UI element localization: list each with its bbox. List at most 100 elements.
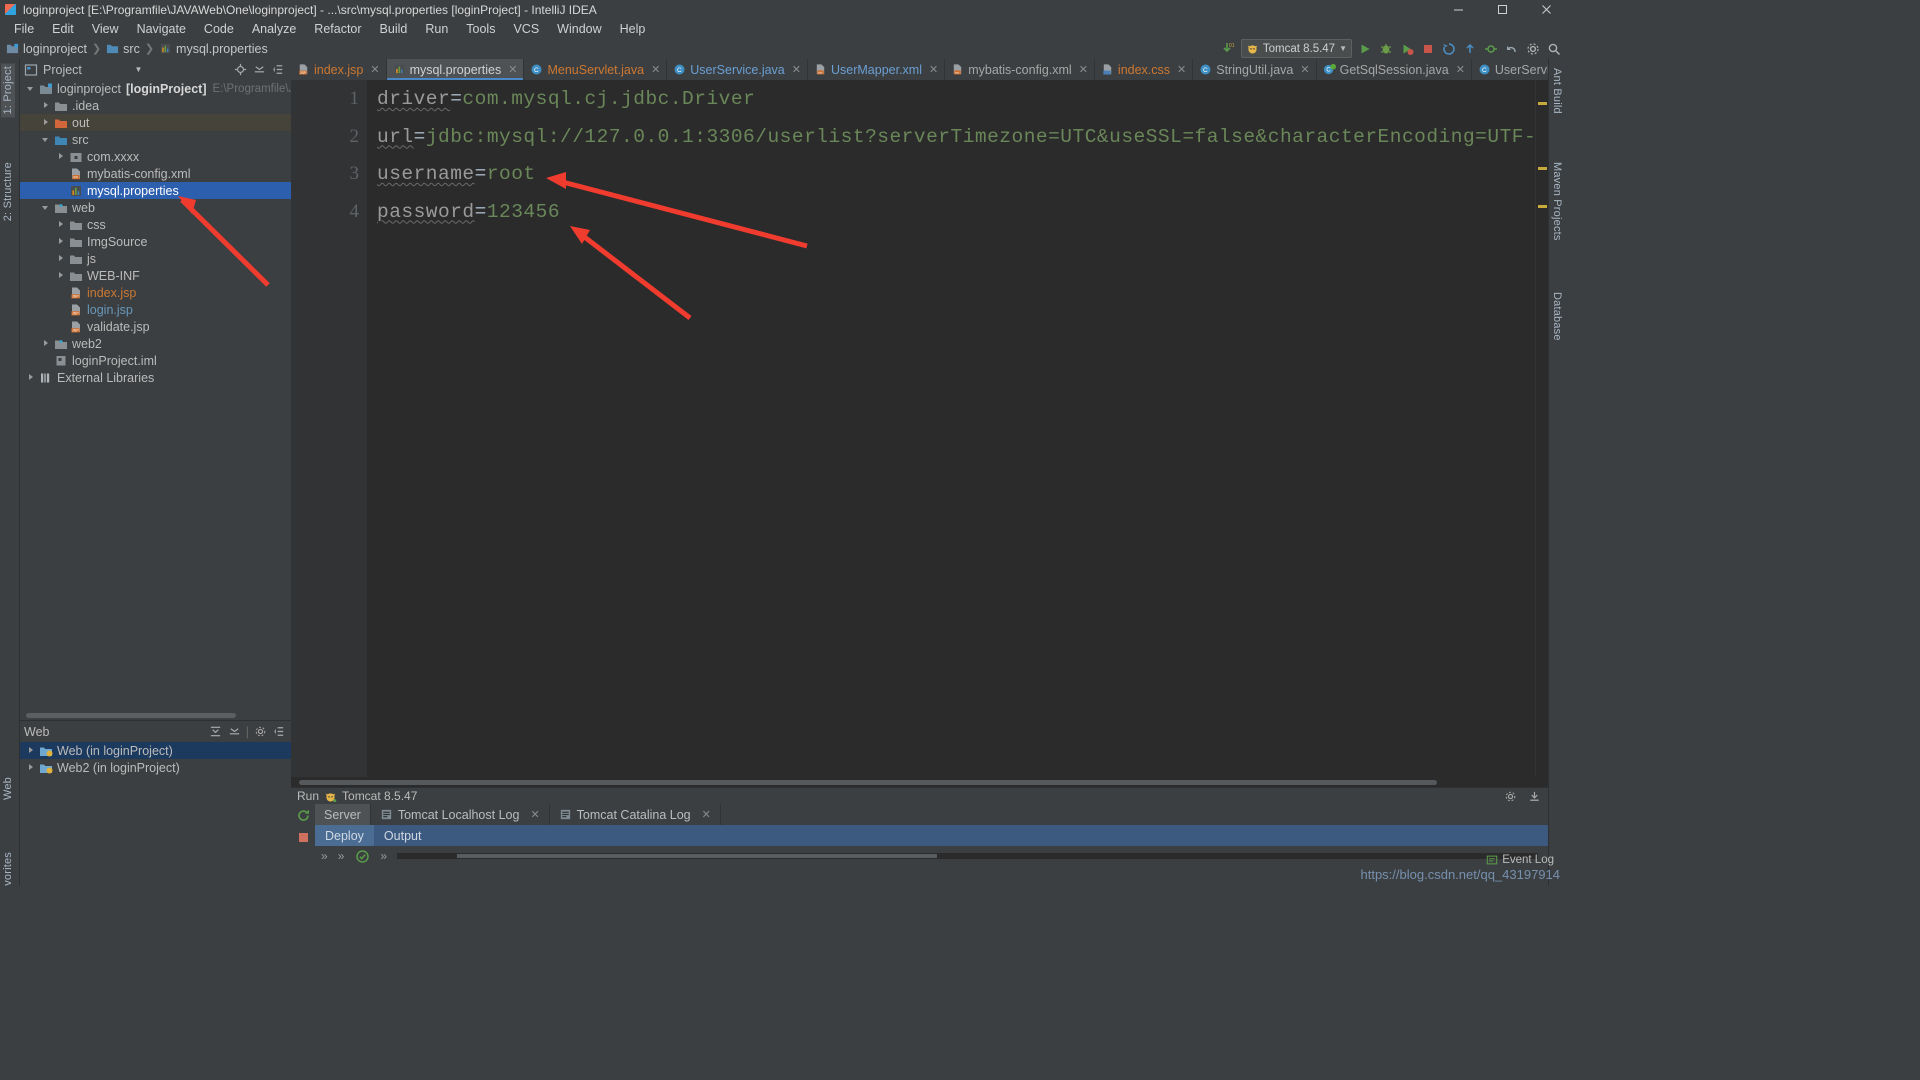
stripe-mark[interactable]	[1538, 102, 1547, 105]
editor-hscrollbar[interactable]	[291, 777, 1548, 787]
expand-arrow-icon[interactable]	[41, 202, 52, 213]
close-tab-icon[interactable]: ✕	[1456, 63, 1465, 76]
editor-tab-userservice-java[interactable]: C UserService.java ✕	[667, 59, 808, 80]
expand-arrow-icon[interactable]	[26, 745, 37, 756]
menu-item-help[interactable]: Help	[611, 21, 655, 37]
expand-arrow-icon[interactable]	[41, 134, 52, 145]
sidebar-item-maven-projects[interactable]: Maven Projects	[1550, 159, 1564, 244]
tree-node-css[interactable]: css	[20, 216, 291, 233]
run-configuration-selector[interactable]: Tomcat 8.5.47 ▼	[1240, 39, 1352, 58]
close-tab-icon[interactable]: ✕	[508, 63, 517, 76]
expand-arrow-icon[interactable]	[26, 762, 37, 773]
editor-tab-menuservlet-java[interactable]: C MenuServlet.java ✕	[524, 59, 668, 80]
panel-options-icon[interactable]	[271, 724, 287, 740]
tree-node-imgsource[interactable]: ImgSource	[20, 233, 291, 250]
editor-tab-userservlet-java[interactable]: CUserServlet.java✕	[1472, 59, 1548, 80]
menu-item-vcs[interactable]: VCS	[504, 21, 548, 37]
stop-button[interactable]	[1420, 41, 1436, 57]
code-editor[interactable]: 1234 driver=com.mysql.cj.jdbc.Driver url=…	[291, 80, 1548, 777]
run-subtabs[interactable]: Deploy Output	[315, 825, 1548, 846]
vcs-update-icon[interactable]	[1462, 41, 1478, 57]
stripe-mark[interactable]	[1538, 167, 1547, 170]
panel-options-icon[interactable]	[271, 62, 287, 78]
menu-item-refactor[interactable]: Refactor	[305, 21, 370, 37]
menu-item-analyze[interactable]: Analyze	[243, 21, 305, 37]
tree-node-web2[interactable]: web2	[20, 335, 291, 352]
breadcrumb-item-file[interactable]: mysql.properties	[159, 42, 268, 56]
update-icon[interactable]: 01	[1220, 41, 1236, 57]
tree-node-mybatis-config-xml[interactable]: <> mybatis-config.xml	[20, 165, 291, 182]
tree-node-com-xxxx[interactable]: com.xxxx	[20, 148, 291, 165]
collapse-all-icon[interactable]	[252, 62, 268, 78]
bottom-tool-strip[interactable]: 4: Run6: TODOApplication ServersJava Ent…	[0, 885, 1568, 886]
expand-chevron-icon[interactable]: »	[380, 849, 387, 863]
run-with-coverage-button[interactable]	[1399, 41, 1415, 57]
close-tab-icon[interactable]: ✕	[1300, 63, 1309, 76]
menu-item-code[interactable]: Code	[195, 21, 243, 37]
hide-window-icon[interactable]	[1526, 788, 1542, 804]
editor-tab-index-css[interactable]: index.css ✕	[1095, 59, 1194, 80]
web-facet-item[interactable]: Web2 (in loginProject)	[20, 759, 291, 776]
editor-tab-stringutil-java[interactable]: C StringUtil.java ✕	[1193, 59, 1317, 80]
tree-node--idea[interactable]: .idea	[20, 97, 291, 114]
editor-tab-index-jsp[interactable]: JSP index.jsp ✕	[291, 59, 387, 80]
code-line[interactable]: username=root	[377, 163, 536, 185]
expand-arrow-icon[interactable]	[41, 117, 52, 128]
menu-item-navigate[interactable]: Navigate	[128, 21, 195, 37]
tree-node-loginproject-iml[interactable]: loginProject.iml	[20, 352, 291, 369]
tree-node-src[interactable]: src	[20, 131, 291, 148]
expand-arrow-icon[interactable]	[56, 270, 67, 281]
menu-item-window[interactable]: Window	[548, 21, 610, 37]
locate-icon[interactable]	[233, 62, 249, 78]
tree-node-index-jsp[interactable]: JSP index.jsp	[20, 284, 291, 301]
code-line[interactable]: driver=com.mysql.cj.jdbc.Driver	[377, 88, 755, 110]
search-icon[interactable]	[1546, 41, 1562, 57]
close-tab-icon[interactable]: ✕	[651, 63, 660, 76]
collapse-all-icon[interactable]	[227, 724, 243, 740]
project-tree-hscrollbar[interactable]	[20, 711, 291, 720]
editor-tab-getsqlsession-java[interactable]: C GetSqlSession.java ✕	[1317, 59, 1472, 80]
close-tab-icon[interactable]: ✕	[792, 63, 801, 76]
editor-tab-bar[interactable]: JSP index.jsp ✕ mysql.properties ✕ C MenuServl…	[291, 59, 1548, 80]
expand-arrow-icon[interactable]	[41, 338, 52, 349]
vcs-commit-icon[interactable]	[1483, 41, 1499, 57]
run-subtab-output[interactable]: Output	[374, 825, 432, 846]
code-line[interactable]: password=123456	[377, 201, 560, 223]
gear-icon[interactable]	[252, 724, 268, 740]
editor-tab-usermapper-xml[interactable]: <> UserMapper.xml ✕	[808, 59, 946, 80]
event-log-button[interactable]: Event Log	[1486, 854, 1554, 866]
tree-node-validate-jsp[interactable]: JSP validate.jsp	[20, 318, 291, 335]
undo-icon[interactable]	[1504, 41, 1520, 57]
close-tab-icon[interactable]: ✕	[1177, 63, 1186, 76]
close-tab-icon[interactable]: ✕	[702, 808, 711, 821]
minimize-button[interactable]	[1436, 0, 1480, 19]
debug-button[interactable]	[1378, 41, 1394, 57]
web-facet-item[interactable]: Web (in loginProject)	[20, 742, 291, 759]
scrollbar-thumb[interactable]	[26, 713, 236, 718]
expand-chevron-icon[interactable]: »	[338, 849, 345, 863]
sidebar-item-web[interactable]: Web	[1, 774, 15, 803]
breadcrumb-item-project[interactable]: loginproject	[6, 42, 87, 56]
menu-item-build[interactable]: Build	[371, 21, 417, 37]
close-tab-icon[interactable]: ✕	[530, 808, 539, 821]
tree-node-out[interactable]: out	[20, 114, 291, 131]
tree-node-mysql-properties[interactable]: mysql.properties	[20, 182, 291, 199]
run-button[interactable]	[1357, 41, 1373, 57]
run-tab-tomcat-localhost-log[interactable]: Tomcat Localhost Log ✕	[371, 804, 550, 825]
expand-all-icon[interactable]	[208, 724, 224, 740]
expand-arrow-icon[interactable]	[56, 151, 67, 162]
tree-node-web-inf[interactable]: WEB-INF	[20, 267, 291, 284]
run-subtab-deploy[interactable]: Deploy	[315, 825, 374, 846]
code-line[interactable]: url=jdbc:mysql://127.0.0.1:3306/userlist…	[377, 126, 1535, 148]
expand-chevron-icon[interactable]: »	[321, 849, 328, 863]
maximize-button[interactable]	[1480, 0, 1524, 19]
settings-gear-icon[interactable]	[1525, 41, 1541, 57]
expand-arrow-icon[interactable]	[56, 253, 67, 264]
menu-item-run[interactable]: Run	[416, 21, 457, 37]
sidebar-item-structure[interactable]: 2: Structure	[1, 159, 15, 224]
menu-item-tools[interactable]: Tools	[457, 21, 504, 37]
sidebar-item-project[interactable]: 1: Project	[1, 63, 15, 118]
tree-node-web[interactable]: web	[20, 199, 291, 216]
editor-tab-mybatis-config-xml[interactable]: <> mybatis-config.xml ✕	[945, 59, 1095, 80]
sidebar-item-database[interactable]: Database	[1550, 289, 1564, 344]
